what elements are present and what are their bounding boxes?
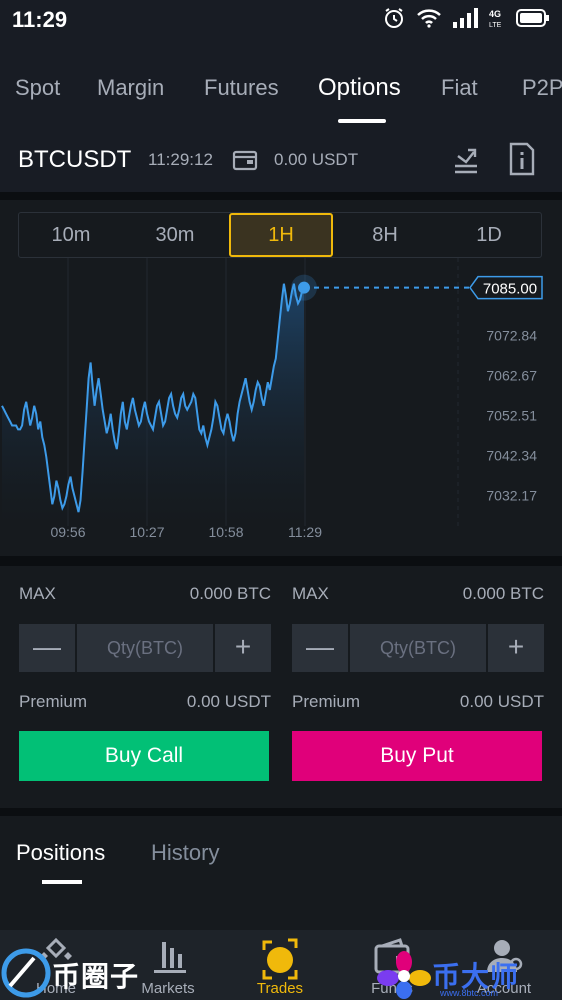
put-max-label: MAX [292,584,329,603]
pair-header: BTCUSDT 11:29:12 0.00 USDT [0,128,562,192]
battery-icon [516,9,549,27]
call-minus-button[interactable]: — [19,624,75,672]
put-minus-button[interactable]: — [292,624,348,672]
nav-trades-label: Trades [256,980,304,997]
y-tick-label: 7032.17 [486,488,537,504]
pair-time: 11:29:12 [148,150,213,169]
timeframe-1h[interactable]: 1H [229,213,333,257]
status-time: 11:29 [12,7,68,32]
info-icon[interactable] [508,142,536,176]
status-icons: 4G LTE [382,6,550,30]
svg-text:LTE: LTE [489,22,502,29]
wifi-icon [417,9,441,28]
chart-panel: 10m 30m 1H 8H 1D 7085.00 7072.84 7062.67 70… [0,200,562,556]
y-tick-label: 7042.34 [486,448,537,464]
trades-icon [262,938,298,980]
x-tick-label: 11:29 [288,524,322,540]
x-tick-label: 09:56 [50,524,85,540]
call-max-value: 0.000 BTC [189,584,271,603]
tab-history[interactable]: History [151,840,219,866]
markets-icon [154,942,186,973]
timeframe-8h[interactable]: 8H [333,213,437,257]
price-chart[interactable]: 7085.00 7072.84 7062.67 7052.51 7042.34 7032.… [0,258,562,548]
watermark-left-logo [1,948,51,998]
y-tick-label: 7052.51 [486,408,537,424]
tab-positions[interactable]: Positions [16,840,105,866]
alarm-icon [385,8,403,28]
svg-text:4G: 4G [489,9,501,19]
timeframe-selector: 10m 30m 1H 8H 1D [18,212,542,258]
tab-fiat[interactable]: Fiat [441,75,478,101]
put-qty-input[interactable] [350,624,486,672]
put-max-value: 0.000 BTC [462,584,544,603]
x-tick-label: 10:58 [208,524,243,540]
call-qty-stepper: — + [19,624,271,672]
tab-p2p[interactable]: P2P [522,75,562,101]
pair-symbol[interactable]: BTCUSDT [18,146,131,174]
tab-options[interactable]: Options [318,74,401,102]
put-qty-stepper: — + [292,624,544,672]
status-bar: 11:29 4G LTE [0,0,562,40]
x-tick-label: 10:27 [129,524,164,540]
nav-trades[interactable]: Trades [224,930,336,1000]
y-tick-label: 7072.84 [486,328,537,344]
trade-panel: MAX 0.000 BTC — + Premium 0.00 USDT Buy … [0,566,562,808]
put-premium-label: Premium [292,692,361,711]
wallet-balance: 0.00 USDT [274,150,359,169]
put-plus-button[interactable]: + [488,624,544,672]
tab-spot[interactable]: Spot [15,75,60,101]
call-qty-input[interactable] [77,624,213,672]
watermark-right-logo [377,951,431,999]
put-premium-value: 0.00 USDT [459,692,544,711]
call-premium-value: 0.00 USDT [186,692,271,711]
buy-call-button[interactable]: Buy Call [19,731,269,781]
signal-icon [453,8,478,28]
swap-icon[interactable] [452,142,480,176]
price-area [2,283,304,526]
network-4g-icon: 4G LTE [489,9,502,29]
y-tick-label: 7062.67 [486,368,537,384]
active-tab-indicator [338,119,386,123]
current-price-label: 7085.00 [483,281,537,298]
call-premium-label: Premium [19,692,88,711]
current-price-dot [298,281,310,294]
timeframe-1d[interactable]: 1D [437,213,541,257]
positions-tab-indicator [42,880,82,884]
timeframe-10m[interactable]: 10m [19,213,123,257]
watermark-left-text: 币圈子 [52,961,140,992]
tab-margin[interactable]: Margin [97,75,164,101]
timeframe-30m[interactable]: 30m [123,213,227,257]
buy-put-button[interactable]: Buy Put [292,731,542,781]
call-max-label: MAX [19,584,56,603]
positions-panel: Positions History [0,816,562,930]
wallet-icon [232,150,258,171]
trade-type-tabs: Spot Margin Futures Options Fiat P2P [0,40,562,128]
call-plus-button[interactable]: + [215,624,271,672]
tab-futures[interactable]: Futures [204,75,279,101]
watermark-right-url: www.8btc.com [440,988,499,998]
